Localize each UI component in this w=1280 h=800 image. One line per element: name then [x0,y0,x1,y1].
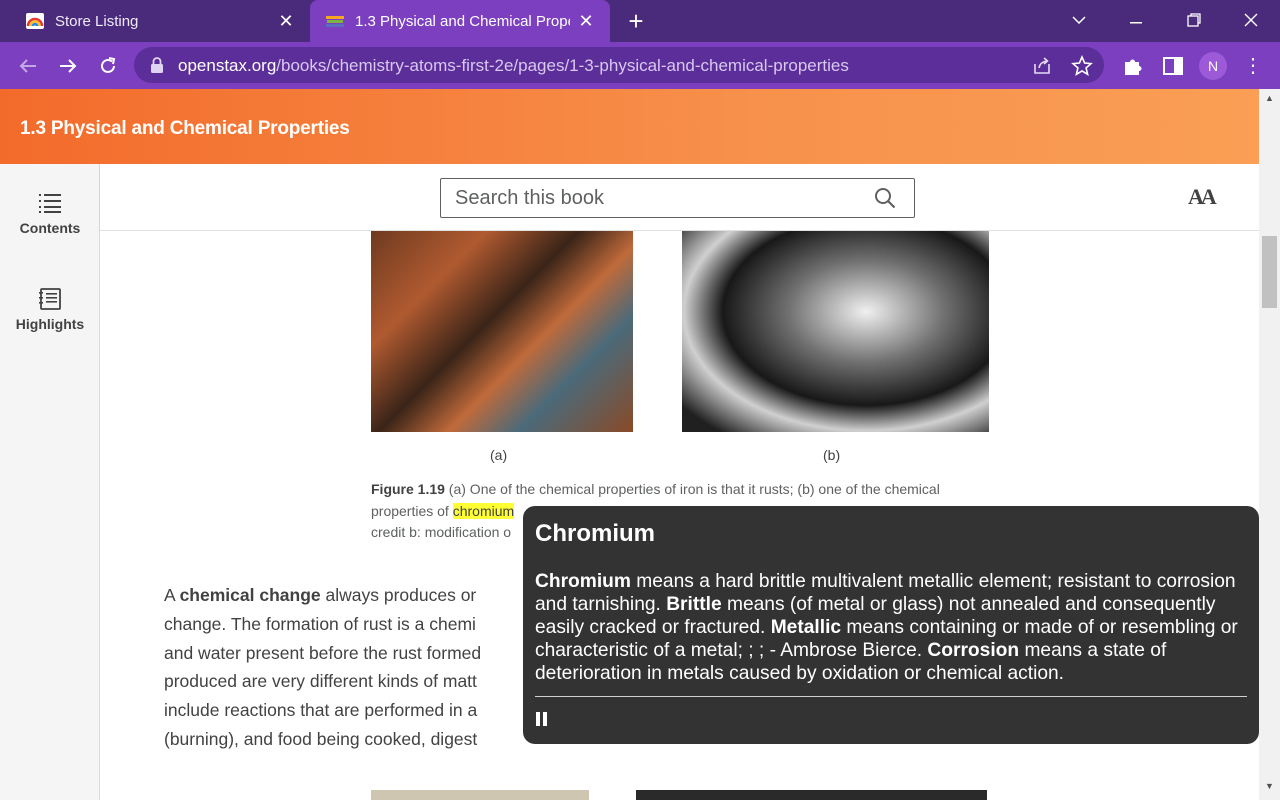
reload-icon [101,57,116,73]
next-figure-image-b [636,790,987,800]
definition-popup: Chromium Chromium means a hard brittle m… [523,506,1259,744]
minimize-icon[interactable] [1122,8,1150,32]
figure-number: Figure 1.19 [371,481,445,497]
scroll-up-arrow-icon[interactable]: ▲ [1259,93,1280,107]
url-path: /books/chemistry-atoms-first-2e/pages/1-… [276,56,849,75]
search-input[interactable] [455,186,855,210]
page-title: 1.3 Physical and Chemical Properties [20,118,350,139]
defined-term: Chromium [535,571,631,592]
close-window-icon[interactable] [1237,8,1265,32]
tab-bar: Store Listing ✕ 1.3 Physical and Chemica… [0,0,1280,42]
popup-divider [535,696,1247,697]
paragraph-text: A [164,585,180,605]
restore-icon[interactable] [1180,8,1208,32]
star-bookmark-icon[interactable] [1071,55,1093,77]
paragraph-text: produced are very different kinds of mat… [164,671,477,692]
pause-icon[interactable] [535,711,549,727]
book-sidebar: Contents Highlights [0,164,100,800]
scroll-down-arrow-icon[interactable]: ▼ [1259,781,1280,795]
share-icon[interactable] [1031,55,1053,77]
tab-title: 1.3 Physical and Chemical Properties [355,12,570,30]
tab-physical-chemical-properties[interactable]: 1.3 Physical and Chemical Properties ✕ [310,0,610,42]
defined-term: Metallic [770,617,842,638]
browser-toolbar: openstax.org/books/chemistry-atoms-first… [0,42,1280,89]
address-bar[interactable]: openstax.org/books/chemistry-atoms-first… [134,47,1104,83]
definition-text: Chromium means a hard brittle multivalen… [535,570,1253,685]
text-size-button[interactable]: AA [1188,184,1217,210]
reload-button[interactable] [94,52,122,80]
close-tab-icon[interactable]: ✕ [576,11,596,31]
extensions-puzzle-icon[interactable] [1121,54,1145,78]
search-icon[interactable] [874,187,896,209]
notebook-icon [39,288,61,310]
popup-title: Chromium [535,520,655,547]
next-figure-image-a [371,790,589,800]
sidebar-item-highlights[interactable]: Highlights [0,288,100,332]
browser-menu-icon[interactable]: ⋮ [1243,52,1263,80]
defined-term: Corrosion [927,640,1020,661]
figure-label-a: (a) [490,447,508,463]
sidebar-item-contents[interactable]: Contents [0,192,100,236]
side-panel-icon[interactable] [1161,54,1185,78]
url-domain: openstax.org [178,56,277,75]
scroll-thumb[interactable] [1262,236,1277,308]
sidebar-item-label: Contents [19,220,81,236]
paragraph-text: and water present before the rust formed [164,642,482,663]
url-text[interactable]: openstax.org/books/chemistry-atoms-first… [178,56,849,76]
search-box[interactable] [440,178,915,218]
highlighted-word[interactable]: chromium [452,502,515,519]
caption-credit: credit b: modification o [371,524,512,540]
rainbow-favicon-icon [26,13,44,29]
paragraph-text: change. The formation of rust is a chemi [164,613,476,634]
list-icon [39,194,61,213]
new-tab-button[interactable]: + [622,8,650,36]
figure-label-b: (b) [823,447,841,463]
paragraph-text: (burning), and food being cooked, digest [164,728,478,749]
chrome-motorcycle-image [682,231,989,432]
back-button[interactable] [14,52,42,80]
book-section-header: 1.3 Physical and Chemical Properties [0,89,1259,164]
rusted-iron-image [371,231,633,432]
paragraph-text: include reactions that are performed in … [164,700,478,721]
tab-store-listing[interactable]: Store Listing ✕ [0,0,310,42]
forward-button[interactable] [54,52,82,80]
sidebar-item-label: Highlights [15,316,85,332]
tab-title: Store Listing [55,12,139,30]
arrow-right-icon [60,59,77,73]
paragraph-text: always produces or [320,585,477,605]
page-scrollbar[interactable]: ▲ ▼ [1259,89,1280,800]
key-term: chemical change [179,585,321,605]
book-favicon-icon [326,16,344,27]
profile-avatar[interactable]: N [1199,52,1227,80]
close-tab-icon[interactable]: ✕ [276,11,296,31]
tab-search-chevron-icon[interactable] [1065,8,1093,32]
search-toolbar: AA [100,164,1259,231]
defined-term: Brittle [666,594,722,615]
lock-icon[interactable] [150,57,164,73]
arrow-left-icon [19,59,36,73]
